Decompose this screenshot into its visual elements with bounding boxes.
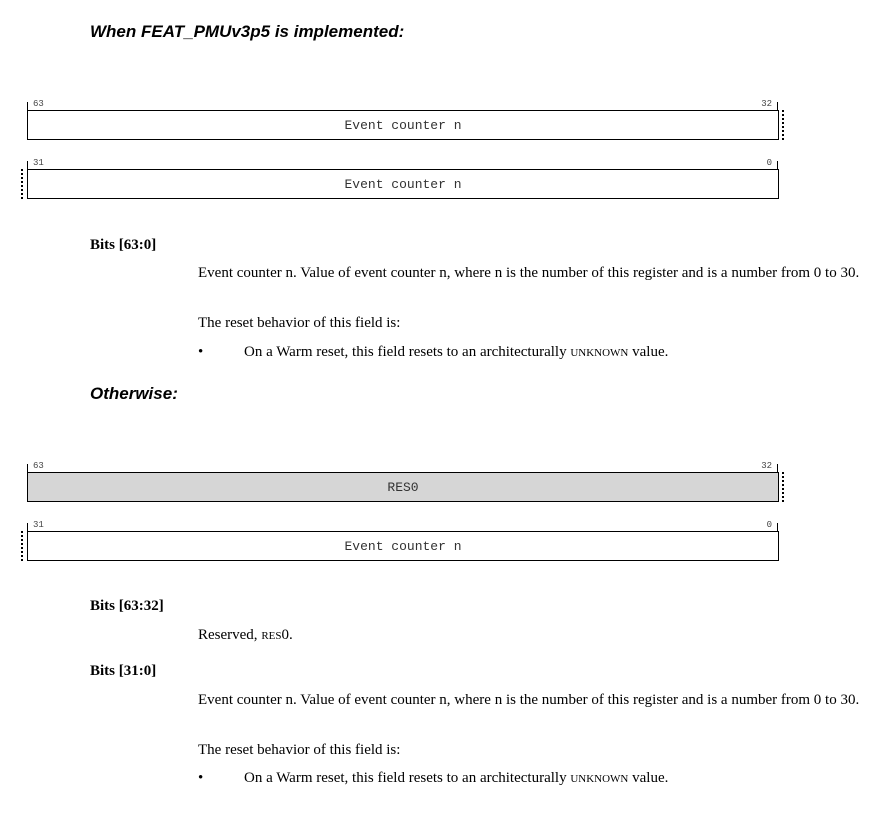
reserved-text-suffix: 0. — [281, 627, 293, 643]
reset-behavior-intro: The reset behavior of this field is: — [198, 742, 401, 758]
unknown-term: UNKNOWN — [570, 770, 629, 786]
bullet-text-prefix: On a Warm reset, this field resets to an… — [244, 770, 571, 786]
bullet-text-suffix: value. — [628, 770, 669, 786]
bullet-marker: • — [198, 344, 204, 360]
section-heading-otherwise: Otherwise: — [90, 384, 178, 403]
reset-bullet-text: On a Warm reset, this field resets to an… — [244, 342, 668, 363]
register-field-event-counter-lower: Event counter n — [27, 169, 779, 199]
bit-number-32: 32 — [761, 99, 772, 109]
bit-tick — [777, 102, 778, 110]
bit-tick — [777, 523, 778, 531]
reset-behavior-intro: The reset behavior of this field is: — [198, 315, 401, 331]
bit-tick — [777, 464, 778, 472]
field-description: Event counter n. Value of event counter … — [198, 265, 860, 281]
register-field-label: Event counter n — [344, 538, 462, 554]
register-field-label: RES0 — [387, 479, 419, 495]
field-title-bits-63-0: Bits [63:0] — [90, 237, 157, 253]
bit-tick — [27, 523, 28, 531]
register-field-label: Event counter n — [344, 176, 462, 192]
bullet-marker: • — [198, 770, 204, 786]
continuation-dots — [21, 531, 23, 561]
reset-bullet-text: On a Warm reset, this field resets to an… — [244, 768, 668, 789]
register-field-label: Event counter n — [344, 117, 462, 133]
bit-tick — [27, 102, 28, 110]
register-field-event-counter-lower: Event counter n — [27, 531, 779, 561]
register-field-event-counter-upper: Event counter n — [27, 110, 779, 140]
bullet-text-suffix: value. — [628, 344, 669, 360]
bit-number-31: 31 — [33, 158, 44, 168]
continuation-dots — [782, 110, 784, 140]
bit-number-0: 0 — [766, 158, 772, 168]
continuation-dots — [782, 472, 784, 502]
field-title-bits-63-32: Bits [63:32] — [90, 598, 164, 614]
bit-tick — [27, 161, 28, 169]
bit-number-63: 63 — [33, 461, 44, 471]
field-title-bits-31-0: Bits [31:0] — [90, 663, 157, 679]
unknown-term: UNKNOWN — [570, 344, 629, 360]
section-heading-feat-pmuv3p5: When FEAT_PMUv3p5 is implemented: — [90, 22, 405, 41]
bit-number-0: 0 — [766, 520, 772, 530]
bit-number-32: 32 — [761, 461, 772, 471]
bit-number-63: 63 — [33, 99, 44, 109]
reserved-description: Reserved, RES0. — [198, 625, 868, 646]
bit-tick — [27, 464, 28, 472]
bullet-text-prefix: On a Warm reset, this field resets to an… — [244, 344, 571, 360]
register-field-res0: RES0 — [27, 472, 779, 502]
continuation-dots — [21, 169, 23, 199]
bit-number-31: 31 — [33, 520, 44, 530]
field-description: Event counter n. Value of event counter … — [198, 692, 860, 708]
reserved-text-prefix: Reserved, — [198, 627, 262, 643]
res-term: RES — [261, 627, 282, 643]
bit-tick — [777, 161, 778, 169]
